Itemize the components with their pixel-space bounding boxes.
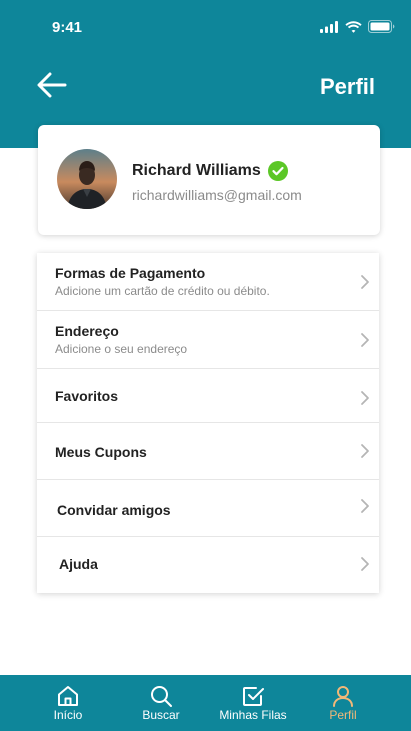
status-bar: 9:41	[0, 0, 411, 54]
checkbox-icon	[243, 687, 264, 706]
avatar	[57, 149, 117, 209]
menu-item-title: Formas de Pagamento	[55, 265, 206, 281]
menu-item-payment[interactable]: Formas de Pagamento Adicione um cartão d…	[37, 253, 379, 311]
profile-name-row: Richard Williams	[132, 161, 288, 181]
status-time: 9:41	[52, 19, 83, 36]
chevron-right-icon	[361, 275, 369, 289]
menu-item-title: Favoritos	[55, 388, 119, 404]
profile-card: Richard Williams richardwilliams@gmail.c…	[38, 125, 380, 235]
profile-email: richardwilliams@gmail.com	[132, 187, 302, 203]
battery-icon	[368, 20, 395, 33]
verified-icon	[267, 161, 288, 181]
menu-item-subtitle: Adicione o seu endereço	[55, 342, 188, 356]
home-icon	[58, 686, 78, 706]
menu-item-title: Ajuda	[59, 556, 98, 572]
bottom-nav: Início Buscar Minhas Filas Perfil	[0, 675, 411, 731]
menu-item-help[interactable]: Ajuda	[37, 537, 379, 593]
back-button[interactable]	[36, 70, 68, 100]
chevron-right-icon	[361, 557, 369, 571]
nav-label: Minhas Filas	[219, 708, 287, 722]
menu-item-title: Meus Cupons	[55, 444, 147, 460]
chevron-right-icon	[361, 333, 369, 347]
chevron-right-icon	[361, 499, 369, 513]
menu-item-title: Endereço	[55, 323, 119, 339]
status-icons	[320, 20, 395, 33]
nav-label-active: Perfil	[329, 708, 357, 722]
signal-icon	[320, 20, 338, 33]
arrow-left-icon	[37, 72, 67, 98]
nav-item-profile[interactable]: Perfil	[313, 675, 373, 731]
chevron-right-icon	[361, 391, 369, 405]
page-title: Perfil	[319, 74, 375, 99]
menu-item-address[interactable]: Endereço Adicione o seu endereço	[37, 311, 379, 369]
menu-item-coupons[interactable]: Meus Cupons	[37, 423, 379, 480]
menu-item-favorites[interactable]: Favoritos	[37, 369, 379, 423]
menu-item-title: Convidar amigos	[57, 502, 171, 518]
profile-name: Richard Williams	[132, 162, 261, 179]
search-icon	[151, 686, 172, 707]
nav-item-home[interactable]: Início	[38, 675, 98, 731]
user-icon	[333, 686, 353, 707]
nav-label: Início	[53, 708, 83, 722]
profile-menu: Formas de Pagamento Adicione um cartão d…	[37, 253, 379, 593]
chevron-right-icon	[361, 444, 369, 458]
nav-label: Buscar	[142, 708, 180, 722]
menu-item-subtitle: Adicione um cartão de crédito ou débito.	[55, 284, 270, 298]
nav-item-my-queues[interactable]: Minhas Filas	[212, 675, 294, 731]
nav-item-search[interactable]: Buscar	[131, 675, 191, 731]
wifi-icon	[345, 20, 362, 33]
menu-item-invite-friends[interactable]: Convidar amigos	[37, 480, 379, 537]
